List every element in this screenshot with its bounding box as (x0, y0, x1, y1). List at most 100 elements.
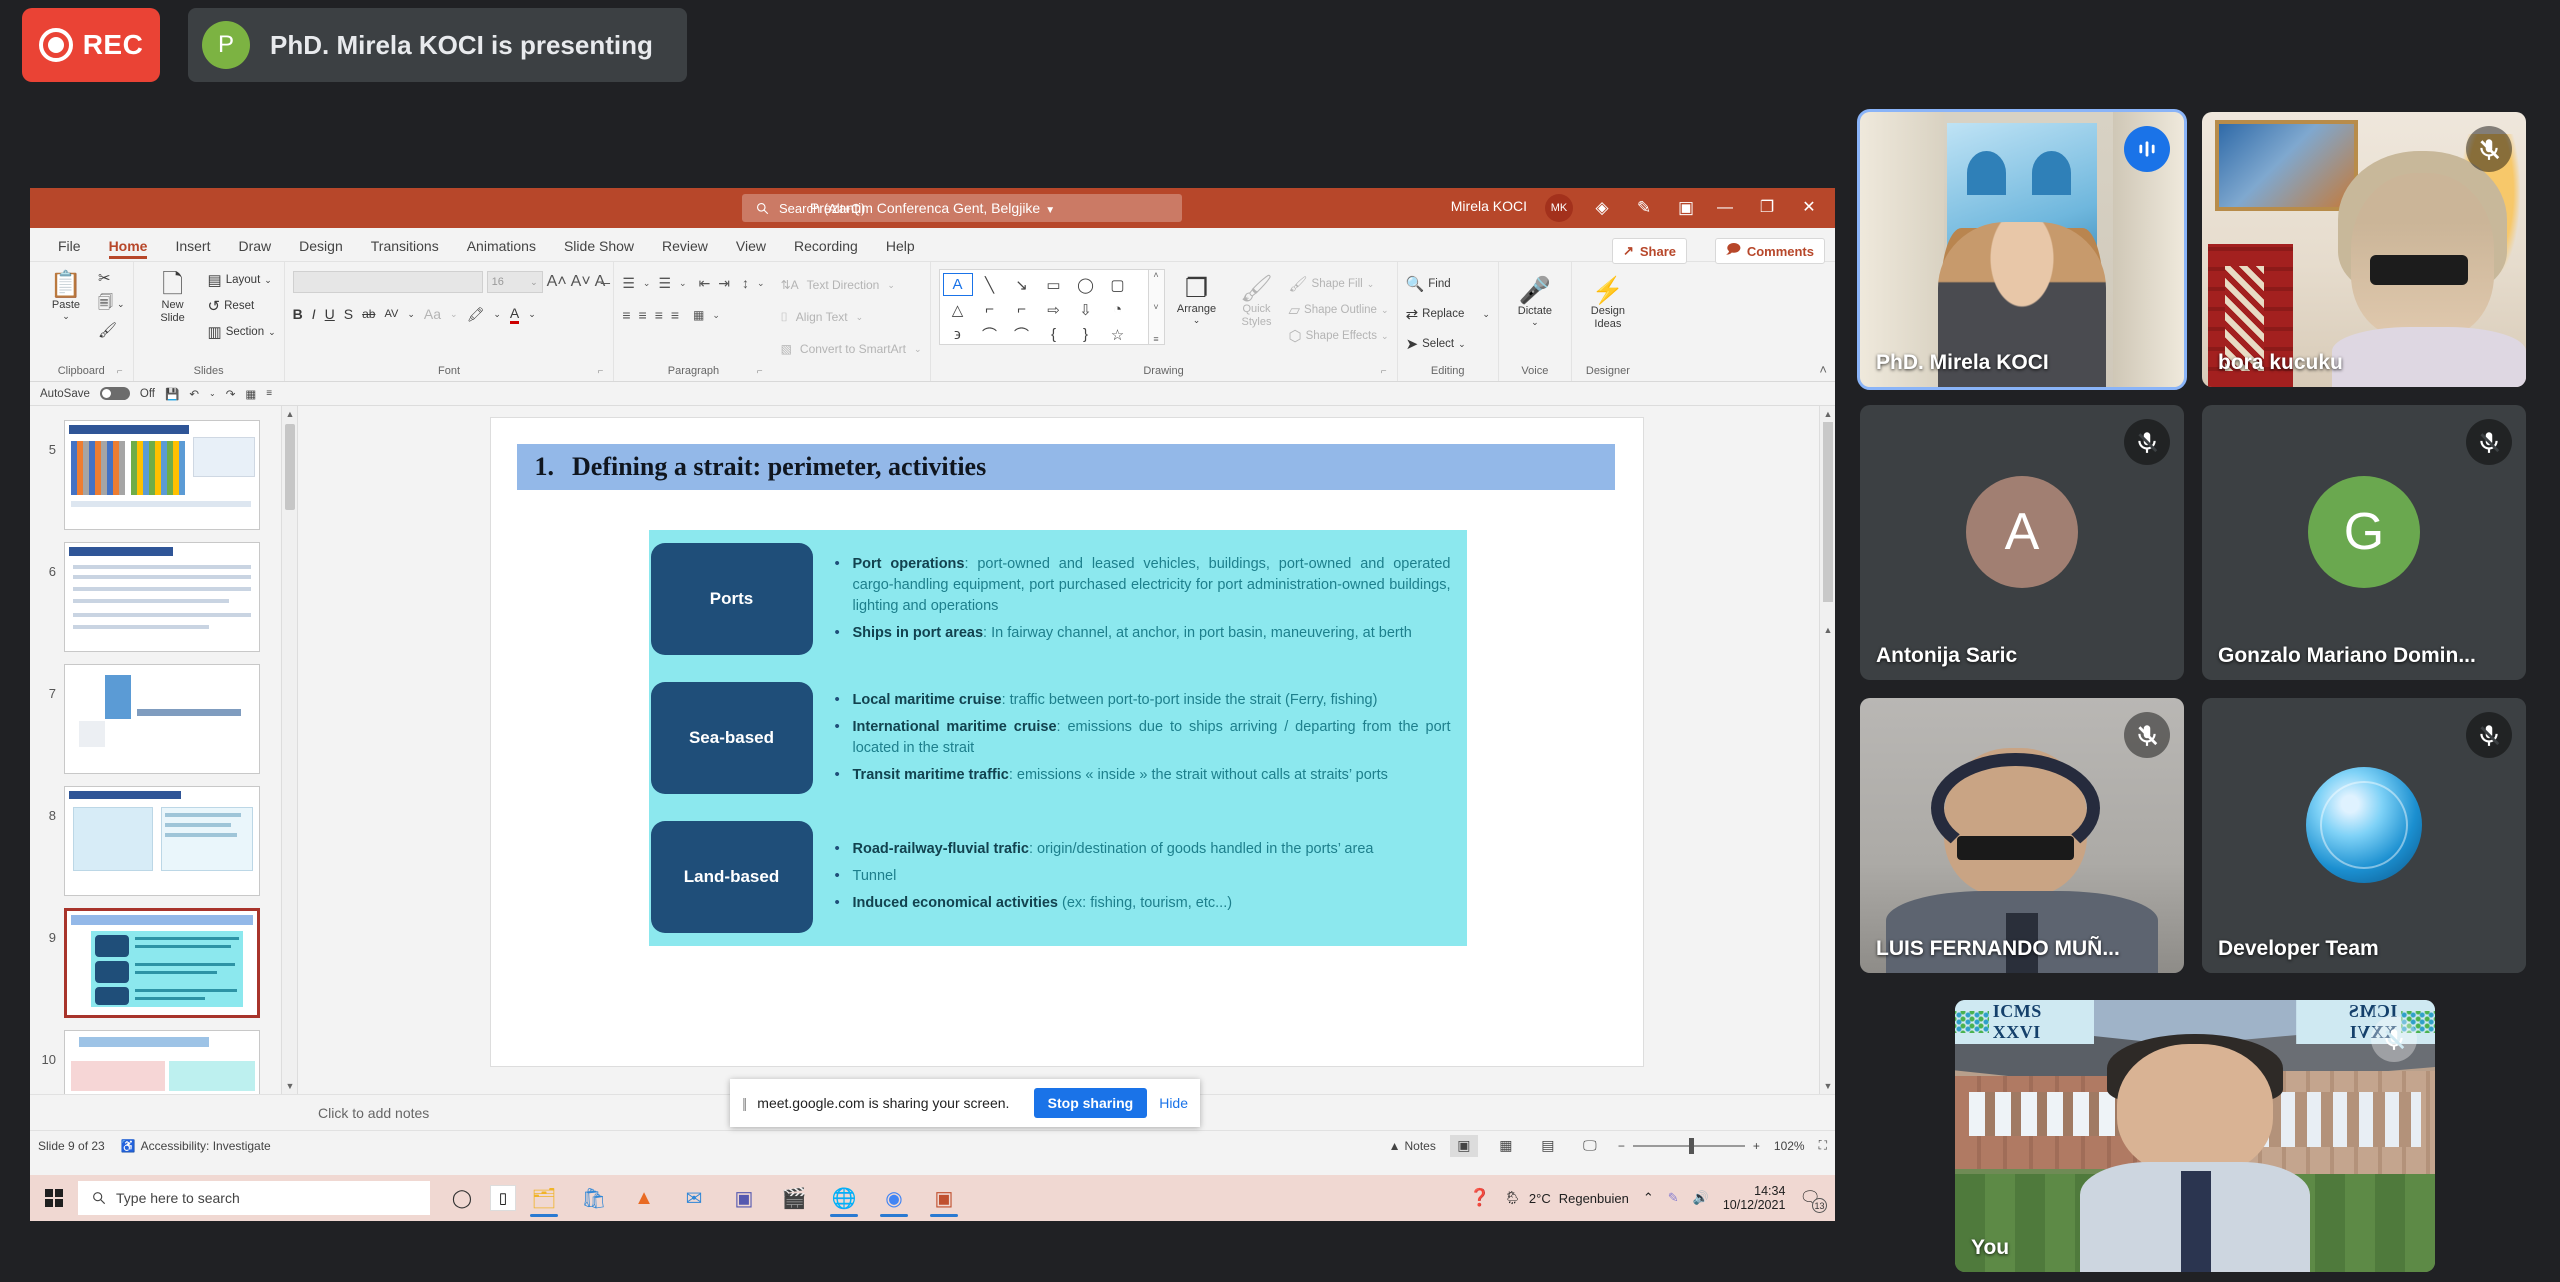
slide-content-matrix[interactable]: Ports Port operations: port-owned and le… (648, 530, 1467, 946)
zoom-level[interactable]: 102% (1774, 1139, 1805, 1153)
slide-thumbnail-pane[interactable]: 5 6 7 8 9 10 ▲ ▼ (30, 406, 298, 1094)
pie-shape-icon[interactable]: ◔ (1103, 298, 1133, 321)
notes-pane[interactable]: Click to add notes || meet.google.com is… (30, 1079, 1835, 1130)
chrome-icon[interactable]: ◉ (872, 1178, 916, 1218)
teams-icon[interactable]: ▣ (722, 1178, 766, 1218)
hide-toast-button[interactable]: Hide (1159, 1095, 1188, 1111)
participant-tile-antonija-saric[interactable]: A Antonija Saric (1860, 405, 2184, 680)
thumbnail-slide-6[interactable]: 6 (30, 536, 297, 658)
scrollbar-thumb[interactable] (285, 424, 295, 510)
thumbnail-slide-5[interactable]: 5 (30, 414, 297, 536)
show-hidden-icons-button[interactable]: ⌃ (1643, 1190, 1654, 1206)
strikethrough-button[interactable]: ab (362, 307, 375, 321)
task-view-icon[interactable]: ▯ (490, 1185, 516, 1211)
find-button[interactable]: 🔍 Find (1406, 271, 1451, 297)
collapse-ribbon-button[interactable]: ˄ (1819, 362, 1827, 377)
tab-slide-show[interactable]: Slide Show (550, 234, 648, 261)
ribbon-display-options-icon[interactable]: ▣ (1669, 196, 1703, 220)
zoom-out-button[interactable]: − (1618, 1139, 1625, 1153)
edge-icon[interactable]: 🌐 (822, 1178, 866, 1218)
numbering-button[interactable]: ☰ (658, 275, 671, 292)
shapes-gallery-scrollbar[interactable]: ˄ ˅ ≡ (1148, 269, 1165, 345)
vlc-icon[interactable]: ▲ (622, 1178, 666, 1218)
shared-screen-powerpoint[interactable]: Prezantim Conferenca Gent, Belgjike ▼ Sea… (30, 188, 1835, 1221)
cut-button[interactable]: ✂ (98, 265, 125, 291)
font-color-button[interactable]: A (509, 305, 520, 324)
text-highlight-color-button[interactable]: 🖍 (467, 306, 485, 323)
tab-home[interactable]: Home (95, 234, 162, 261)
stop-sharing-button[interactable]: Stop sharing (1033, 1088, 1148, 1118)
dialog-launcher-icon[interactable]: ⌐ (598, 364, 604, 380)
format-painter-button[interactable]: 🖌 (98, 317, 125, 343)
scroll-up-icon[interactable]: ▲ (1820, 406, 1835, 422)
previous-slide-icon[interactable]: ▲ (1820, 622, 1835, 638)
taskbar-search-input[interactable]: Type here to search (78, 1181, 430, 1215)
arrow-shape-icon[interactable]: ↘ (1007, 273, 1037, 296)
slide-scrollbar[interactable]: ▲ ▲ ▼ (1819, 406, 1835, 1094)
presenting-banner[interactable]: P PhD. Mirela KOCI is presenting (188, 8, 687, 82)
copy-button[interactable]: 🗐 ⌄ (98, 291, 125, 317)
thumbnail-slide-9[interactable]: 9 (30, 902, 297, 1024)
powerpoint-taskbar-icon[interactable]: ▣ (922, 1178, 966, 1218)
arrange-button[interactable]: ❐ Arrange ⌄ (1169, 269, 1225, 326)
replace-button[interactable]: ⇄ Replace ⌄ (1406, 301, 1490, 327)
current-slide[interactable]: 1. Defining a strait: perimeter, activit… (490, 418, 1643, 1066)
minimize-button[interactable]: — (1703, 196, 1747, 220)
align-text-button[interactable]: ⌷ Align Text ⌄ (781, 303, 864, 331)
scribble-icon[interactable]: ϶ (943, 323, 973, 346)
participant-tile-mirela-koci[interactable]: PhD. Mirela KOCI (1857, 109, 2187, 390)
start-button[interactable] (30, 1189, 78, 1207)
clear-formatting-button[interactable]: A̶ (595, 273, 606, 291)
columns-button[interactable]: ▦ (693, 308, 704, 322)
oval-shape-icon[interactable]: ◯ (1071, 273, 1101, 296)
tab-animations[interactable]: Animations (453, 234, 550, 261)
diamond-icon[interactable]: ◈ (1585, 196, 1619, 220)
taskbar-clock[interactable]: 14:34 10/12/2021 (1723, 1184, 1786, 1213)
ppt-account-avatar[interactable]: MK (1545, 194, 1573, 222)
dialog-launcher-icon[interactable]: ⌐ (1381, 364, 1387, 380)
dialog-launcher-icon[interactable]: ⌐ (117, 364, 123, 380)
elbow-connector-icon[interactable]: ⌐ (975, 298, 1005, 321)
select-button[interactable]: ➤ Select ⌄ (1406, 331, 1466, 357)
section-button[interactable]: ▥ Section ⌄ (208, 319, 276, 345)
design-ideas-button[interactable]: ⚡ Design Ideas (1580, 271, 1636, 330)
share-button[interactable]: ↗ Share (1611, 238, 1687, 264)
zoom-slider[interactable]: − + (1618, 1137, 1760, 1154)
scroll-up-icon[interactable]: ▲ (282, 406, 297, 422)
slide-sorter-button[interactable]: ▦ (1492, 1135, 1520, 1157)
tab-draw[interactable]: Draw (224, 234, 285, 261)
microsoft-store-icon[interactable]: 🛍 (572, 1178, 616, 1218)
justify-button[interactable]: ≡ (671, 307, 679, 323)
participant-tile-developer-team[interactable]: Developer Team (2202, 698, 2526, 973)
block-arrow-right-icon[interactable]: ⇨ (1039, 298, 1069, 321)
rounded-rect-shape-icon[interactable]: ▢ (1103, 273, 1133, 296)
notes-button[interactable]: ▲ Notes (1389, 1139, 1436, 1153)
italic-button[interactable]: I (312, 306, 316, 322)
next-slide-icon[interactable]: ▼ (1820, 1078, 1835, 1094)
font-size-input[interactable]: 16 ⌄ (486, 271, 543, 293)
redo-icon[interactable]: ↷ (226, 387, 236, 401)
increase-font-size-button[interactable]: A˄ (547, 273, 567, 291)
character-spacing-button[interactable]: AV (384, 308, 398, 320)
zoom-handle[interactable] (1688, 1137, 1694, 1154)
autosave-toggle[interactable] (99, 387, 130, 400)
action-center-button[interactable]: 🗨 13 (1799, 1188, 1827, 1213)
participant-tile-gonzalo-mariano[interactable]: G Gonzalo Mariano Domin... (2202, 405, 2526, 680)
weather-widget[interactable]: 🌦 2°C Regenbuien (1504, 1190, 1628, 1206)
tab-recording[interactable]: Recording (780, 234, 872, 261)
left-brace-icon[interactable]: { (1039, 323, 1069, 346)
accessibility-status[interactable]: ♿ Accessibility: Investigate (121, 1139, 271, 1153)
slide-show-button[interactable]: 🖵 (1576, 1135, 1604, 1157)
tab-help[interactable]: Help (872, 234, 929, 261)
scroll-down-icon[interactable]: ˅ (1153, 302, 1158, 312)
reading-view-button[interactable]: ▤ (1534, 1135, 1562, 1157)
scroll-up-icon[interactable]: ˄ (1153, 270, 1158, 280)
zoom-track[interactable] (1632, 1137, 1745, 1154)
tab-insert[interactable]: Insert (161, 234, 224, 261)
participant-tile-bora-kucuku[interactable]: bora kucuku (2202, 112, 2526, 387)
dictate-button[interactable]: 🎤 Dictate ⌄ (1507, 271, 1563, 328)
tab-transitions[interactable]: Transitions (357, 234, 453, 261)
zoom-in-button[interactable]: + (1753, 1139, 1760, 1153)
save-icon[interactable]: 💾 (165, 387, 179, 401)
rectangle-shape-icon[interactable]: ▭ (1039, 273, 1069, 296)
